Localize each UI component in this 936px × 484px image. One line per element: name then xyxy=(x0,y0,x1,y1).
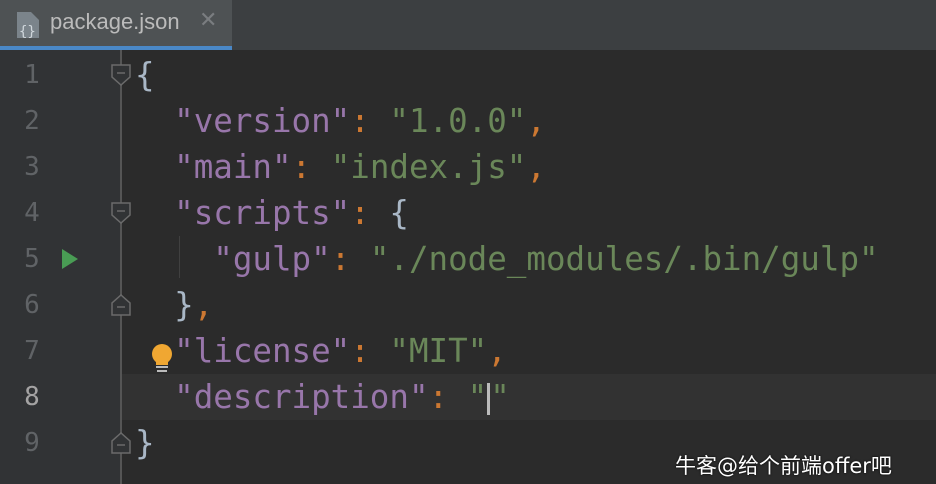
tab-bar: {} package.json ✕ xyxy=(0,0,936,50)
line-number: 6 xyxy=(24,290,40,320)
colon: : xyxy=(428,378,449,416)
colon: : xyxy=(330,240,351,278)
comma: , xyxy=(526,102,546,140)
code-line-3: "main": "index.js", xyxy=(135,144,546,190)
code-line-5: "gulp": "./node_modules/.bin/gulp" xyxy=(135,236,879,282)
colon: : xyxy=(350,332,370,370)
code-line-9: } xyxy=(135,420,155,466)
json-key: "license" xyxy=(174,332,351,370)
line-number: 2 xyxy=(24,106,40,136)
fold-end-icon[interactable] xyxy=(111,294,131,316)
json-key: "gulp" xyxy=(213,240,331,278)
line-number: 3 xyxy=(24,152,40,182)
line-number: 1 xyxy=(24,60,40,90)
code-line-6: }, xyxy=(135,282,213,328)
code-line-1: { xyxy=(135,52,155,98)
json-key: "description" xyxy=(174,378,429,416)
comma: , xyxy=(193,286,214,324)
json-value: "index.js" xyxy=(330,148,527,186)
json-file-icon: {} xyxy=(17,12,39,40)
brace: } xyxy=(135,424,155,462)
colon: : xyxy=(291,148,312,186)
brace: { xyxy=(389,194,409,232)
colon: : xyxy=(350,194,370,232)
close-icon[interactable]: ✕ xyxy=(199,8,217,33)
colon: : xyxy=(350,102,370,140)
code-line-7: "license": "MIT", xyxy=(135,328,507,374)
brace: { xyxy=(135,56,155,94)
line-number: 7 xyxy=(24,336,40,366)
tab-label: package.json xyxy=(50,9,180,34)
json-key: "version" xyxy=(174,102,351,140)
json-value-close: " xyxy=(490,378,510,416)
code-line-4: "scripts": { xyxy=(135,190,409,236)
fold-guide xyxy=(120,50,122,484)
watermark: 牛客@给个前端offer吧 xyxy=(675,454,892,478)
fold-collapse-icon[interactable] xyxy=(111,202,131,224)
brace: } xyxy=(174,286,194,324)
json-key: "main" xyxy=(174,148,292,186)
line-number-current: 8 xyxy=(24,382,40,412)
json-key: "scripts" xyxy=(174,194,351,232)
svg-text:{}: {} xyxy=(19,24,36,40)
comma: , xyxy=(487,332,507,370)
code-line-8: "description": "" xyxy=(135,374,510,420)
code-line-2: "version": "1.0.0", xyxy=(135,98,546,144)
tab-package-json[interactable]: {} package.json ✕ xyxy=(0,0,232,50)
run-script-icon[interactable] xyxy=(62,249,78,269)
json-value: "./node_modules/.bin/gulp" xyxy=(369,240,879,278)
line-number: 9 xyxy=(24,428,40,458)
line-number: 4 xyxy=(24,198,40,228)
fold-collapse-icon[interactable] xyxy=(111,64,131,86)
fold-end-icon[interactable] xyxy=(111,432,131,454)
json-value-open: " xyxy=(467,378,488,416)
comma: , xyxy=(526,148,546,186)
json-value: "MIT" xyxy=(389,332,488,370)
line-number: 5 xyxy=(24,244,40,274)
json-value: "1.0.0" xyxy=(389,102,527,140)
